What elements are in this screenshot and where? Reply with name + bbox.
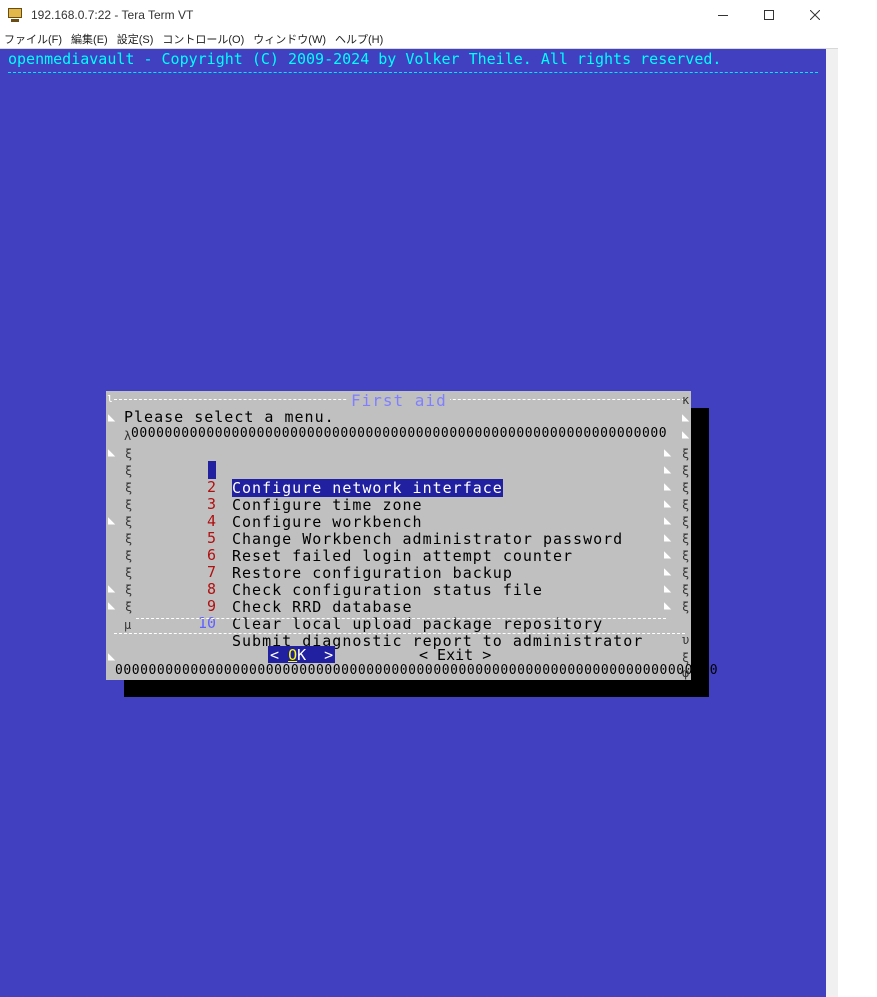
ok-hotkey: O [288, 646, 298, 664]
ok-left-bracket: < [270, 646, 289, 664]
border-right-10: ξ [682, 600, 690, 614]
dialog-title: First aid [348, 391, 450, 410]
menu-item-5[interactable]: 5 Reset failed login attempt counter [194, 511, 674, 565]
exit-button[interactable]: < Exit > [419, 646, 491, 664]
border-right-2: ξ [682, 464, 690, 478]
hatch-left-6: ◣ [108, 649, 116, 663]
border-right-lower: υ [682, 633, 690, 647]
hatch-left-1: ◣ [108, 410, 116, 424]
menu-file[interactable]: ファイル(F) [0, 31, 67, 47]
border-right-6: ξ [682, 532, 690, 546]
menu-edit[interactable]: 編集(E) [67, 31, 113, 47]
border-side-7: ξ [125, 549, 133, 563]
minimize-button[interactable] [700, 0, 746, 29]
border-side-3: ξ [125, 481, 133, 495]
window-controls [700, 0, 838, 29]
close-icon [810, 9, 820, 20]
menu-item-2[interactable]: 2 Configure time zone [194, 460, 674, 514]
menu-item-10[interactable]: 10 Submit diagnostic report to administr… [194, 596, 674, 650]
header-divider [8, 72, 818, 73]
border-right-4: ξ [682, 498, 690, 512]
border-side-10: ξ [125, 600, 133, 614]
tera-term-icon [7, 7, 23, 23]
border-right-8: ξ [682, 566, 690, 580]
border-side-2: ξ [125, 464, 133, 478]
hatch-right-2: ◣ [682, 427, 690, 441]
terminal-header-text: openmediavault - Copyright (C) 2009-2024… [8, 50, 722, 68]
border-right-1: ξ [682, 447, 690, 461]
window-title: 192.168.0.7:22 - Tera Term VT [31, 7, 194, 22]
border-side-6: ξ [125, 532, 133, 546]
hatch-left-5: ◣ [108, 598, 116, 612]
menu-item-6[interactable]: 6 Restore configuration backup [194, 528, 674, 582]
border-side-1: ξ [125, 447, 133, 461]
border-right-7: ξ [682, 549, 690, 563]
menu-control[interactable]: コントロール(O) [158, 31, 249, 47]
menu-item-4[interactable]: 4 Change Workbench administrator passwor… [194, 494, 674, 548]
maximize-icon [764, 9, 774, 20]
border-right-3: ξ [682, 481, 690, 495]
window-edge [838, 0, 877, 997]
hatch-right-1: ◣ [682, 410, 690, 424]
border-right-9: ξ [682, 583, 690, 597]
border-side-9: ξ [125, 583, 133, 597]
ok-button[interactable]: < OK > [268, 646, 336, 664]
minimize-icon [718, 14, 728, 16]
first-aid-dialog: First aid ι κ ◣ Please select a menu. ◣ … [106, 391, 718, 680]
menu-item-number: 10 [197, 614, 216, 632]
border-side-8: ξ [125, 566, 133, 580]
border-top-right: κ [682, 393, 690, 407]
menu-item-7[interactable]: 7 Check configuration status file [194, 545, 674, 599]
title-bar[interactable]: 192.168.0.7:22 - Tera Term VT [0, 0, 838, 29]
menu-bar: ファイル(F) 編集(E) 設定(S) コントロール(O) ウィンドウ(W) ヘ… [0, 29, 838, 49]
border-side-4: ξ [125, 498, 133, 512]
list-bottom-border [136, 618, 666, 619]
ok-right-part: K > [297, 646, 334, 664]
menu-window[interactable]: ウィンドウ(W) [249, 31, 331, 47]
maximize-button[interactable] [746, 0, 792, 29]
menu-item-8[interactable]: 8 Check RRD database [194, 562, 674, 616]
border-right-5: ξ [682, 515, 690, 529]
hatch-left-3: ◣ [108, 513, 116, 527]
scrollbar[interactable] [826, 49, 838, 997]
menu-item-3[interactable]: 3 Configure workbench [194, 477, 674, 531]
dialog-prompt: Please select a menu. [124, 408, 335, 426]
dialog-bottom-border: 0000000000000000000000000000000000000000… [115, 663, 719, 678]
menu-item-1[interactable]: 1 Configure network interface [194, 443, 674, 497]
button-area-border [114, 633, 685, 634]
border-side-5: ξ [125, 515, 133, 529]
border-top-left: ι [106, 391, 114, 405]
inner-top-border: 0000000000000000000000000000000000000000… [131, 426, 668, 441]
terminal-screen[interactable]: openmediavault - Copyright (C) 2009-2024… [0, 49, 826, 997]
hatch-left-4: ◣ [108, 581, 116, 595]
menu-item-9[interactable]: 9 Clear local upload package repository [194, 579, 674, 633]
menu-setup[interactable]: 設定(S) [113, 31, 159, 47]
border-bottom-right: φ [682, 666, 690, 680]
hatch-left-2: ◣ [108, 445, 116, 459]
close-button[interactable] [792, 0, 838, 29]
menu-help[interactable]: ヘルプ(H) [331, 31, 388, 47]
border-bottom-left: μ [124, 618, 132, 632]
